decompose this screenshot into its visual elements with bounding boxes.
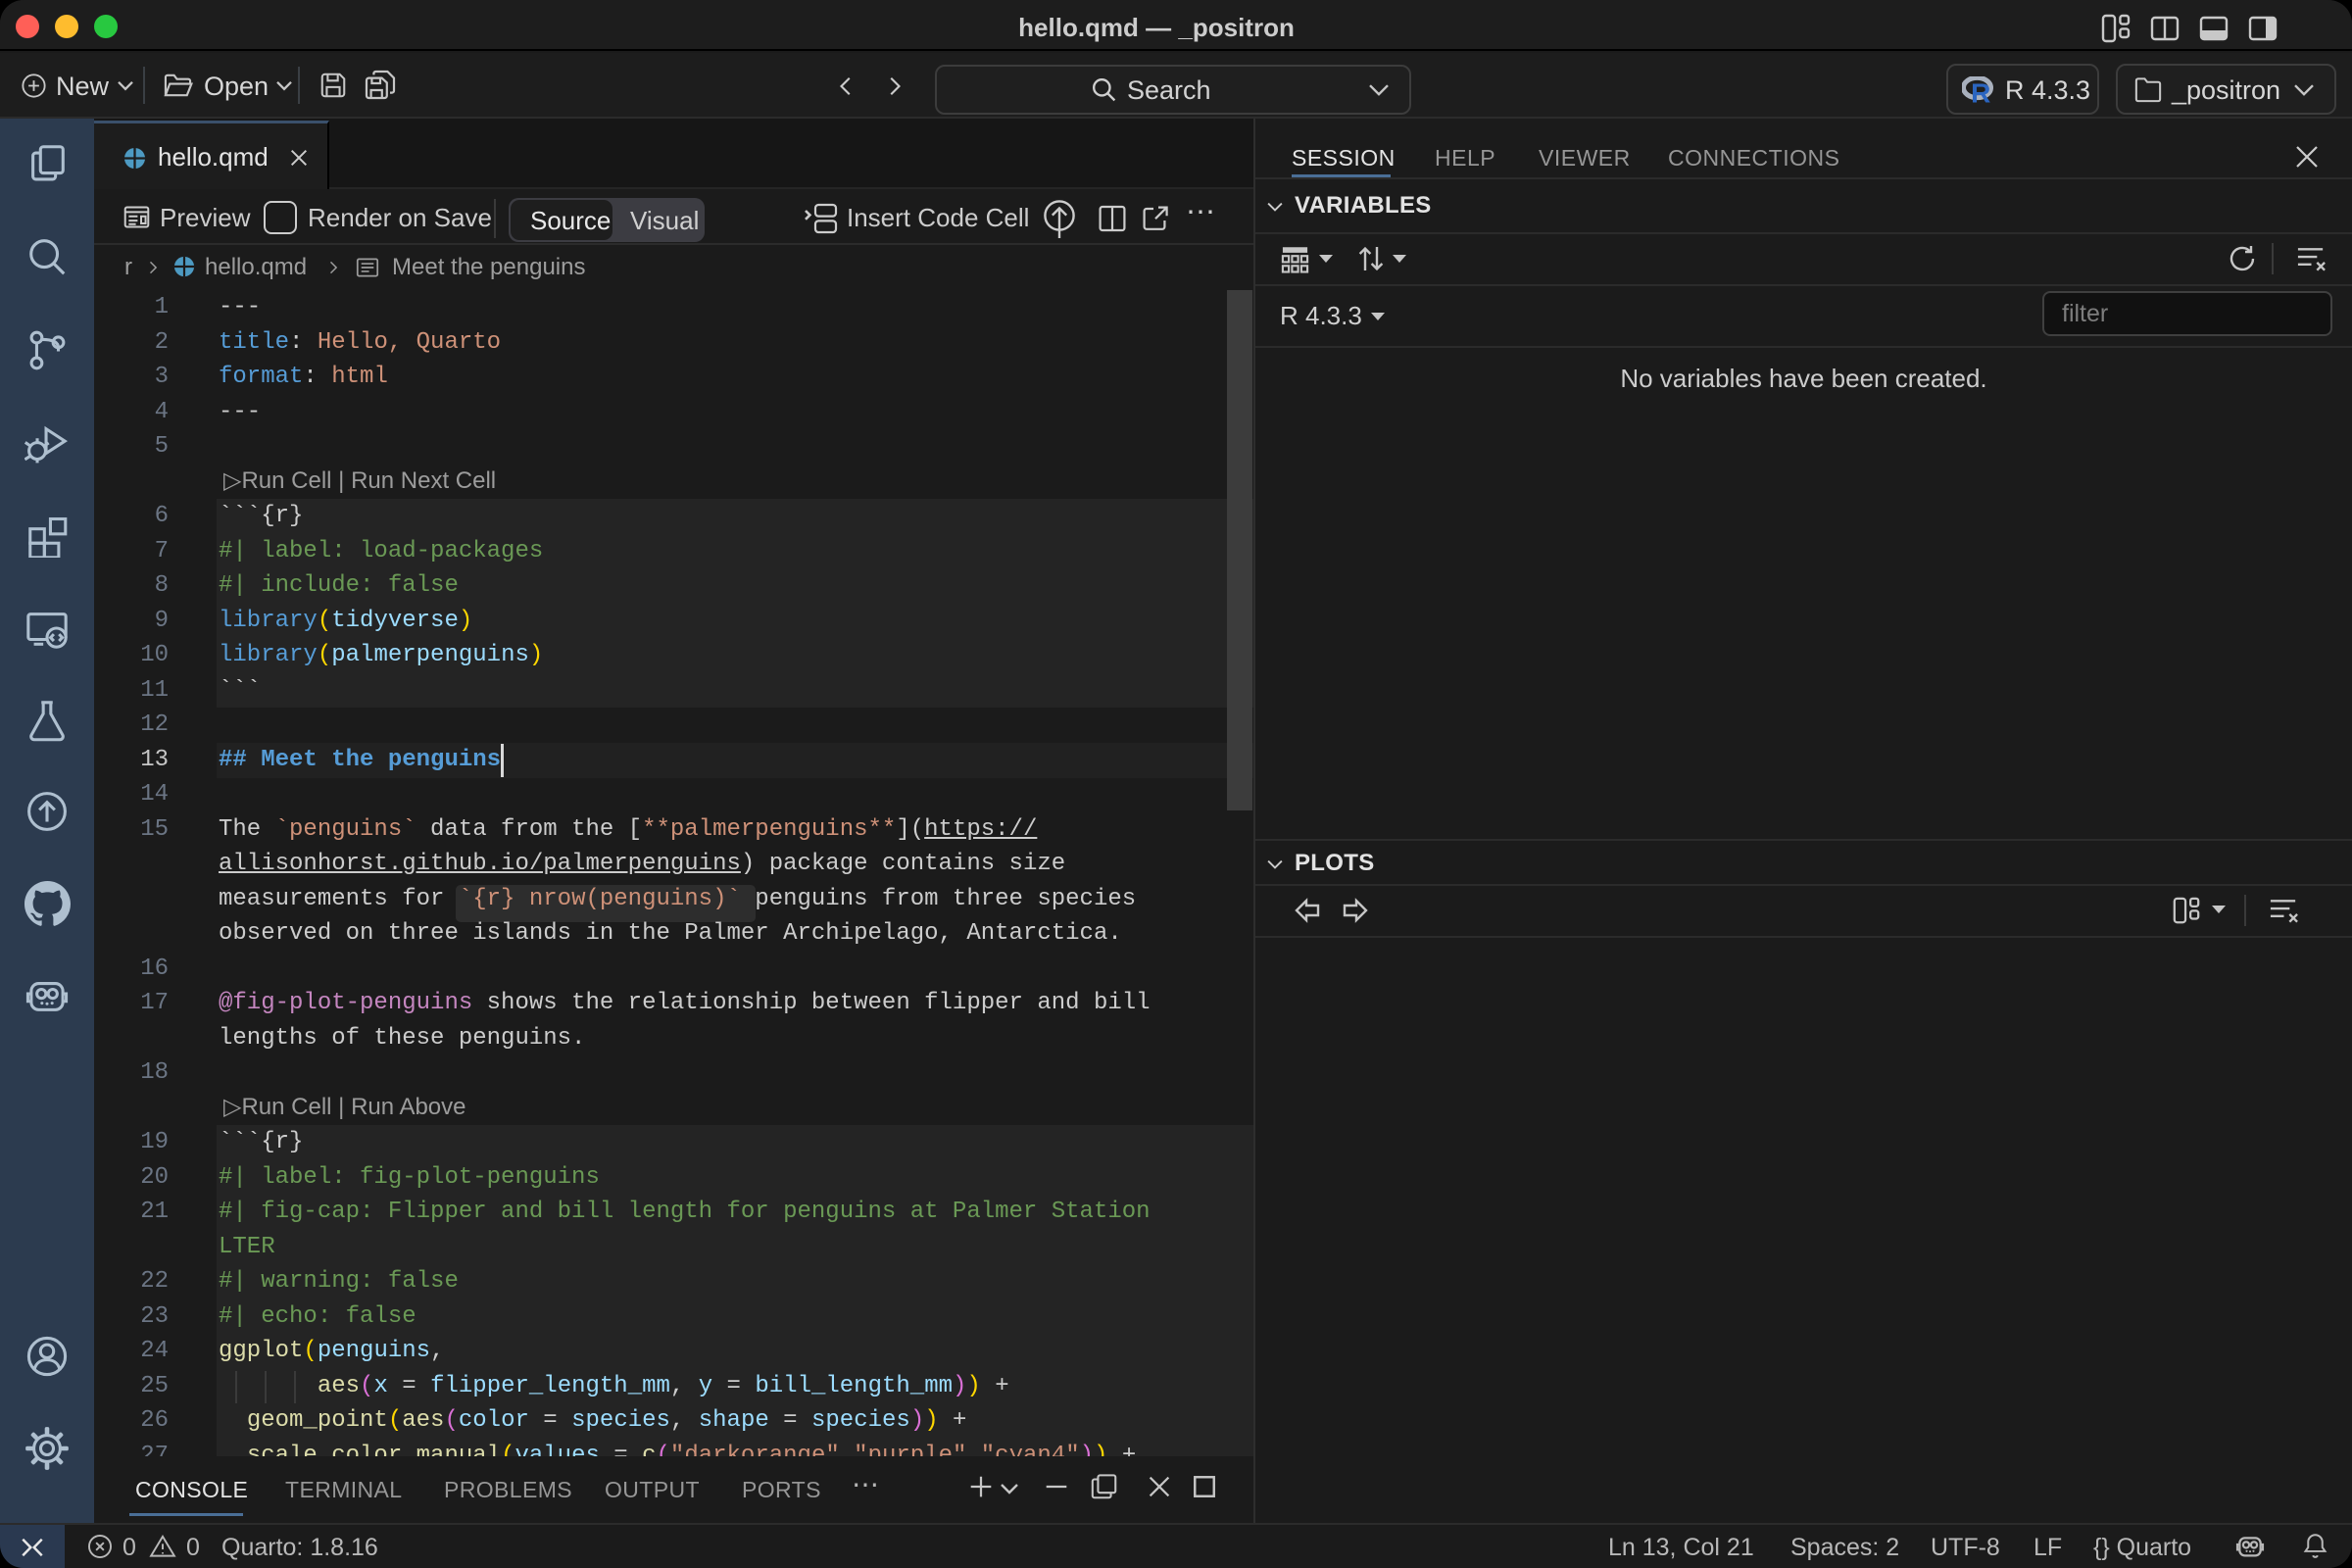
svg-text:R: R	[1971, 78, 1990, 104]
